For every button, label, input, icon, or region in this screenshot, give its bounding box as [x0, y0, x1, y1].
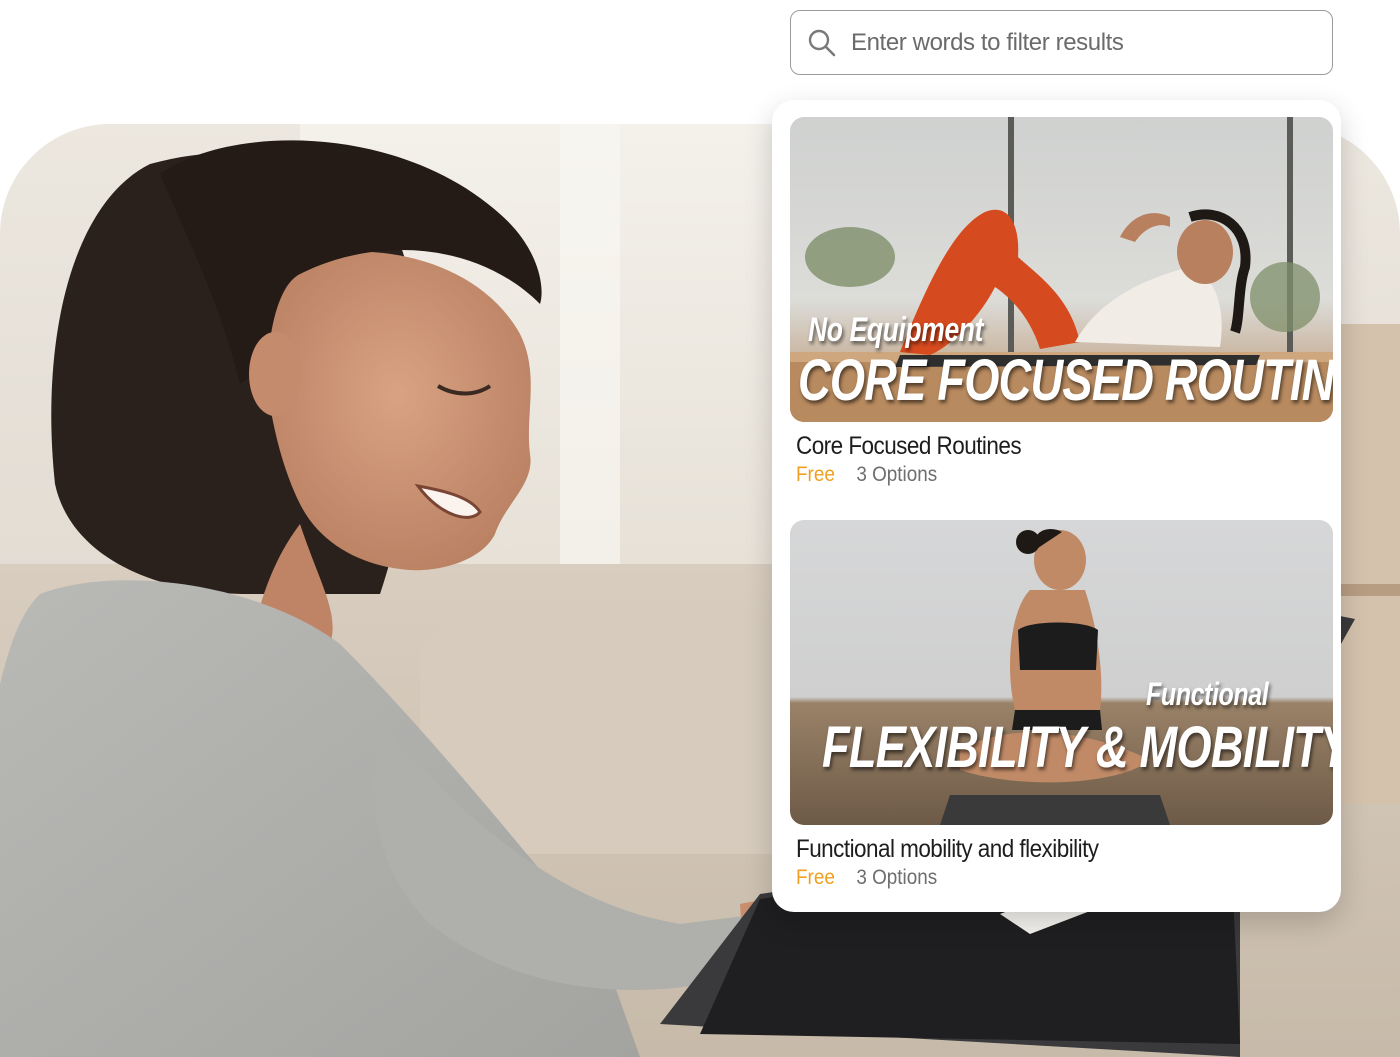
program-thumbnail[interactable]: No Equipment CORE FOCUSED ROUTINES: [790, 117, 1333, 422]
thumbnail-subtitle: Functional: [1146, 676, 1269, 712]
price-label: Free: [796, 463, 835, 486]
program-title[interactable]: Core Focused Routines: [796, 432, 1279, 461]
results-panel: No Equipment CORE FOCUSED ROUTINES Core …: [772, 100, 1341, 912]
search-bar[interactable]: [790, 10, 1333, 75]
program-card[interactable]: Functional FLEXIBILITY & MOBILITY Functi…: [790, 520, 1333, 890]
program-meta: Free 3 Options: [796, 463, 1279, 487]
thumbnail-subtitle: No Equipment: [808, 311, 984, 349]
page: No Equipment CORE FOCUSED ROUTINES Core …: [0, 0, 1400, 1057]
price-label: Free: [796, 866, 835, 889]
thumbnail-title: FLEXIBILITY & MOBILITY: [822, 715, 1333, 780]
options-count: 3 Options: [856, 463, 938, 486]
program-thumbnail[interactable]: Functional FLEXIBILITY & MOBILITY: [790, 520, 1333, 825]
program-meta: Free 3 Options: [796, 866, 1279, 890]
search-input[interactable]: [851, 28, 1301, 57]
search-icon: [808, 29, 836, 56]
thumbnail-title: CORE FOCUSED ROUTINES: [798, 348, 1333, 413]
program-card[interactable]: No Equipment CORE FOCUSED ROUTINES Core …: [790, 117, 1333, 487]
program-title[interactable]: Functional mobility and flexibility: [796, 835, 1279, 864]
options-count: 3 Options: [856, 866, 938, 889]
